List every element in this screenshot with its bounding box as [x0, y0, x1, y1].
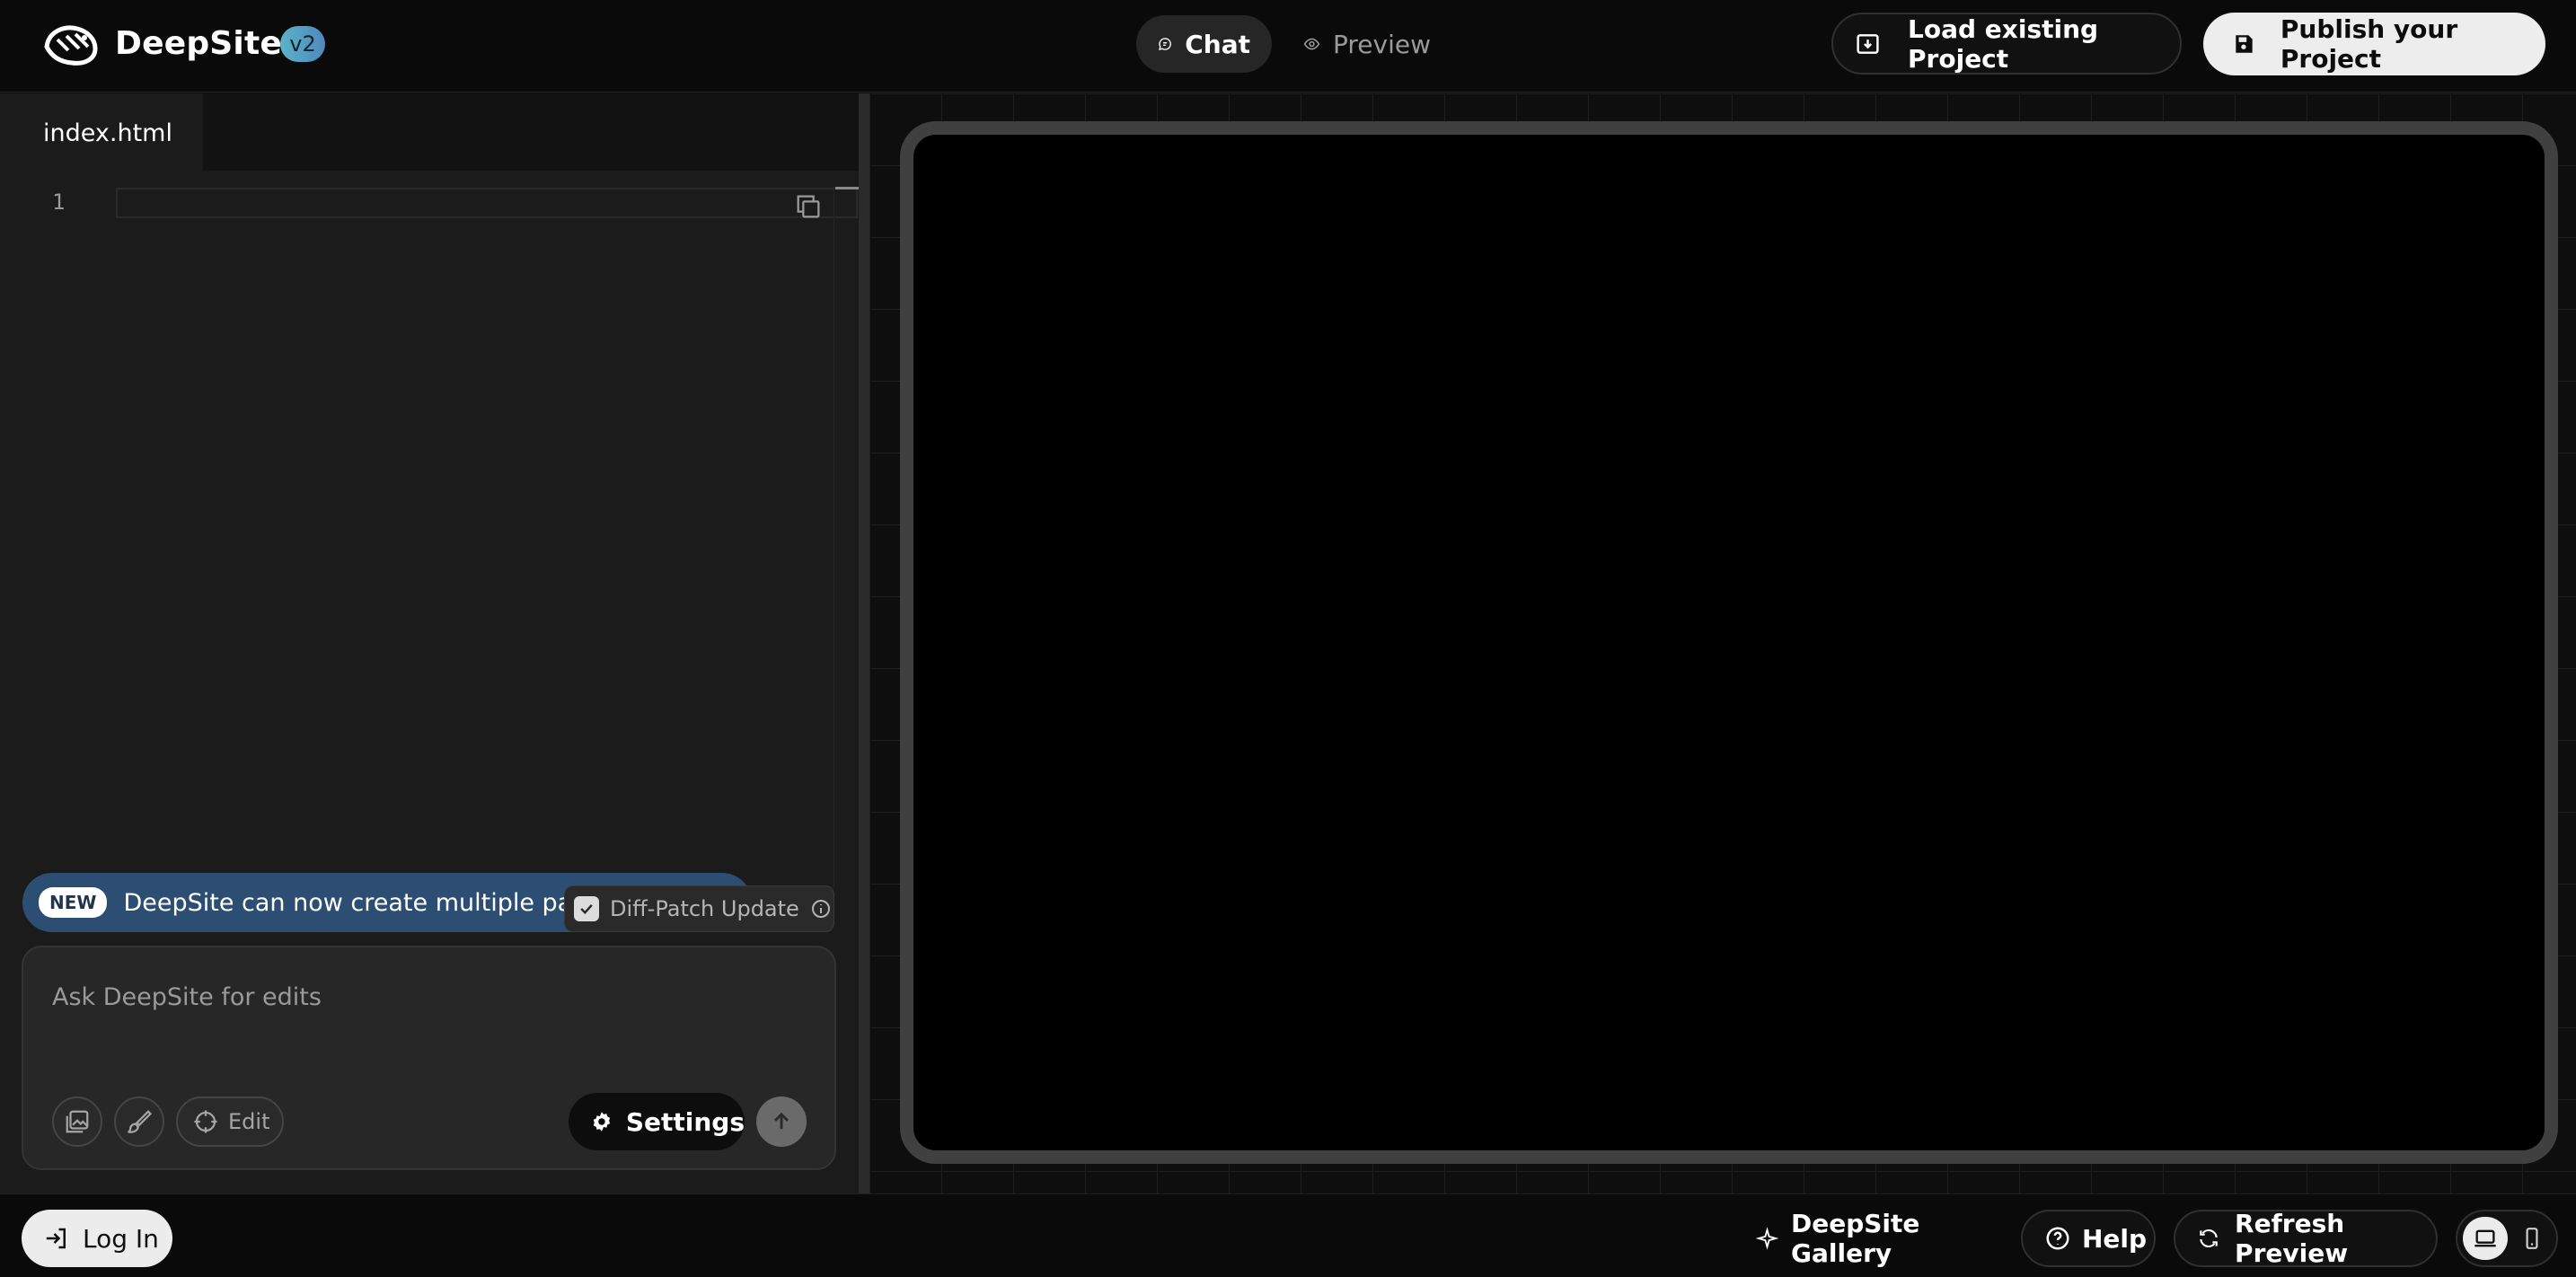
login-arrow-icon — [46, 1228, 66, 1249]
preview-toggle-button[interactable]: Preview — [1282, 15, 1452, 73]
device-preview-frame[interactable] — [900, 121, 2558, 1164]
tab-index-html[interactable]: index.html — [0, 93, 203, 171]
settings-button[interactable]: Settings — [569, 1093, 745, 1150]
gallery-button[interactable]: DeepSite Gallery — [1756, 1209, 1989, 1268]
download-box-icon — [1857, 33, 1879, 54]
settings-label: Settings — [625, 1106, 745, 1137]
refresh-preview-button[interactable]: Refresh Preview — [2174, 1209, 2438, 1268]
checkmark-icon — [580, 903, 593, 914]
save-disk-icon — [2236, 35, 2253, 53]
gear-icon — [593, 1112, 611, 1132]
mobile-mode-button[interactable] — [2510, 1217, 2554, 1260]
login-label: Log In — [83, 1223, 159, 1254]
whale-logo-icon[interactable] — [41, 20, 101, 68]
prompt-composer: Edit Settings — [22, 946, 836, 1170]
banner-text: DeepSite can now create multiple pages — [123, 888, 616, 917]
panel-resize-handle[interactable] — [859, 93, 869, 1193]
desktop-mode-button[interactable] — [2463, 1217, 2508, 1260]
redesign-brush-button[interactable] — [114, 1096, 164, 1147]
refresh-icon — [2200, 1229, 2218, 1248]
preview-toggle-label: Preview — [1333, 29, 1431, 59]
load-project-button[interactable]: Load existing Project — [1831, 13, 2182, 75]
new-badge: NEW — [39, 887, 108, 918]
edit-label: Edit — [228, 1109, 270, 1134]
login-button[interactable]: Log In — [22, 1210, 172, 1267]
diff-patch-toggle[interactable]: Diff-Patch Update — [564, 885, 834, 932]
gallery-label: DeepSite Gallery — [1791, 1209, 1920, 1268]
paint-brush-icon — [128, 1110, 153, 1133]
crosshair-icon — [194, 1110, 217, 1133]
code-line-highlight[interactable] — [116, 188, 858, 218]
sparkle-icon — [1756, 1227, 1778, 1250]
info-icon[interactable] — [810, 898, 832, 920]
diff-patch-label: Diff-Patch Update — [610, 896, 799, 921]
load-project-label: Load existing Project — [1908, 13, 2099, 74]
chat-toggle-button[interactable]: Chat — [1136, 15, 1272, 73]
line-number: 1 — [52, 189, 66, 215]
image-upload-button[interactable] — [52, 1096, 102, 1147]
send-button[interactable] — [756, 1096, 807, 1147]
help-button[interactable]: Help — [2021, 1210, 2156, 1267]
diff-patch-checkbox[interactable] — [574, 896, 599, 921]
edit-select-button[interactable]: Edit — [176, 1096, 284, 1147]
chat-toggle-label: Chat — [1185, 29, 1250, 59]
chat-bubble-icon — [1159, 38, 1171, 51]
eye-icon — [1303, 38, 1320, 50]
minimap-indicator — [835, 187, 859, 189]
version-badge: v2 — [280, 26, 325, 62]
brand-name: DeepSite — [115, 25, 282, 62]
publish-project-button[interactable]: Publish your Project — [2203, 13, 2545, 75]
mobile-icon — [2526, 1228, 2538, 1249]
desktop-icon — [2475, 1229, 2496, 1247]
arrow-up-icon — [774, 1112, 789, 1130]
refresh-label: Refresh Preview — [2235, 1209, 2349, 1268]
question-circle-icon — [2046, 1227, 2069, 1250]
image-upload-icon — [66, 1110, 89, 1133]
help-label: Help — [2082, 1223, 2148, 1254]
prompt-input[interactable] — [50, 974, 679, 1019]
device-mode-switch — [2456, 1210, 2558, 1267]
copy-icon[interactable] — [793, 191, 824, 222]
publish-project-label: Publish your Project — [2280, 14, 2458, 74]
